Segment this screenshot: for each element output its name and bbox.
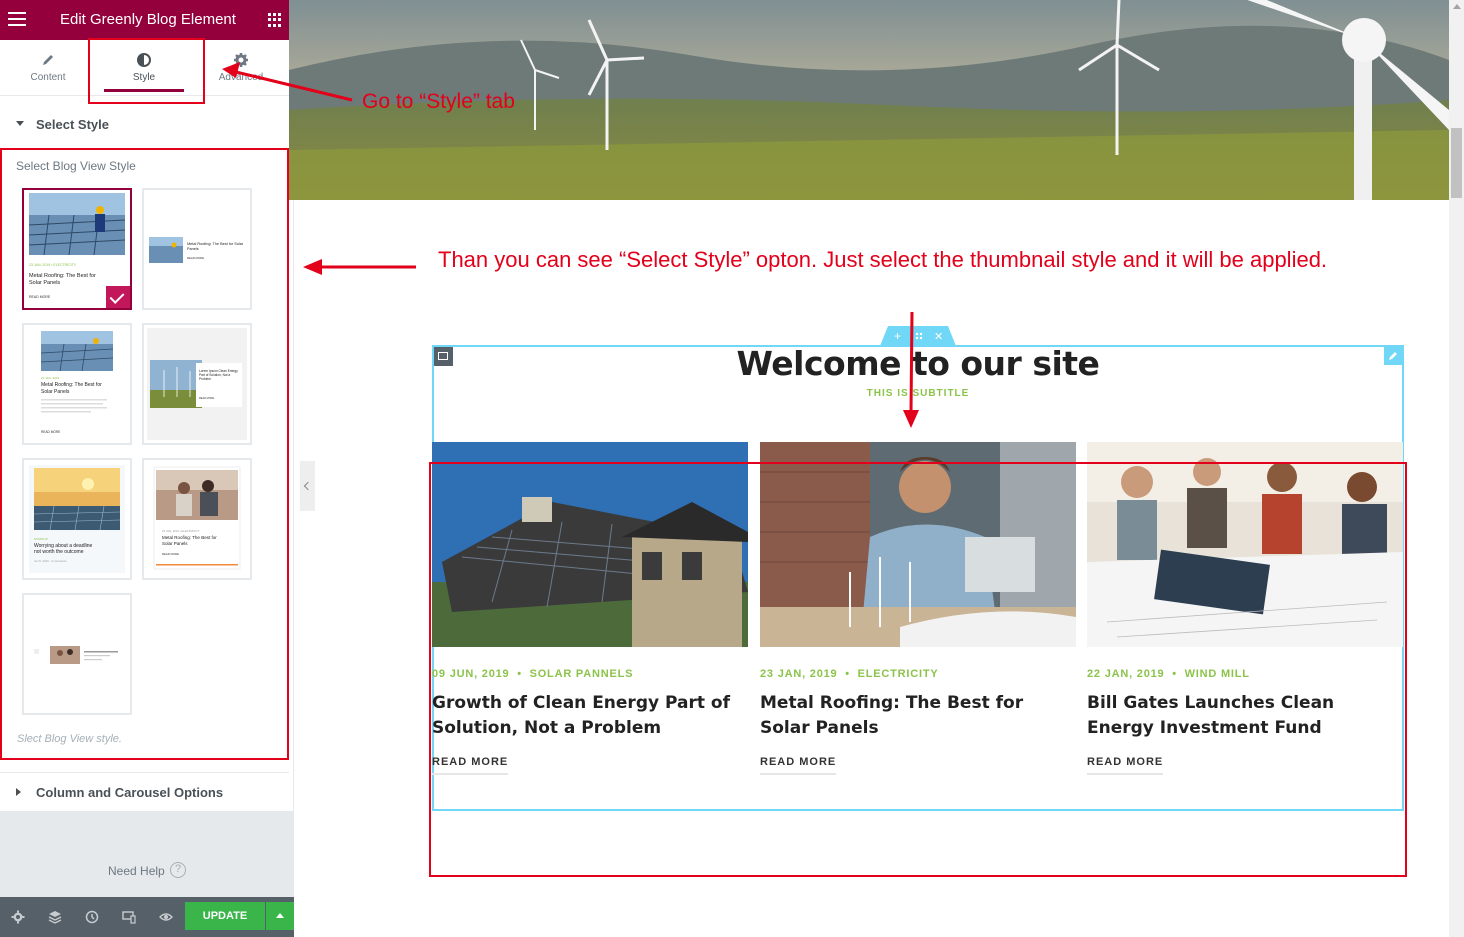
svg-text:READ MORE: READ MORE xyxy=(199,397,214,400)
svg-text:Problem: Problem xyxy=(199,377,211,381)
caret-right-icon xyxy=(16,788,21,796)
selected-check-icon xyxy=(106,286,130,308)
select-style-section-label: Select Style xyxy=(36,117,109,132)
select-style-section-toggle[interactable]: Select Style xyxy=(0,108,289,142)
update-button[interactable]: UPDATE xyxy=(185,902,265,930)
svg-text:Solar Panels: Solar Panels xyxy=(162,541,188,546)
svg-text:Panels: Panels xyxy=(187,247,199,251)
tab-content-label: Content xyxy=(30,72,66,83)
svg-text:Metal Roofing: The Best for So: Metal Roofing: The Best for Solar xyxy=(187,242,244,246)
section-subtitle: THIS IS SUBTITLE xyxy=(866,388,970,399)
widgets-grid-icon[interactable] xyxy=(268,13,282,27)
svg-text:23 JAN, 2019 • ELECTRICITY: 23 JAN, 2019 • ELECTRICITY xyxy=(29,263,77,267)
responsive-icon[interactable] xyxy=(122,910,136,924)
preview-eye-icon[interactable] xyxy=(159,910,173,924)
section-handle[interactable]: + ✕ xyxy=(880,326,956,346)
style-option-2[interactable]: Metal Roofing: The Best for Solar Panels… xyxy=(142,188,252,310)
style-option-3[interactable]: 23 JAN, 2019 Metal Roofing: The Best for… xyxy=(22,323,132,445)
annotation-preview-highlight xyxy=(429,462,1407,877)
editor-panel: Edit Greenly Blog Element Content Style … xyxy=(0,0,294,937)
tab-advanced[interactable]: Advanced xyxy=(193,40,289,96)
page-scrollbar[interactable] xyxy=(1449,0,1464,937)
style-option-4-preview: Lorem Ipsum Clean Energy Part of Solutio… xyxy=(147,328,247,440)
style-option-5[interactable]: STARTUP Worrying about a deadline not wo… xyxy=(22,458,132,580)
svg-text:READ MORE: READ MORE xyxy=(29,295,51,299)
style-option-2-preview: Metal Roofing: The Best for Solar Panels… xyxy=(149,237,244,263)
scrollbar-thumb[interactable] xyxy=(1451,128,1462,198)
annotation-style-tab-note: Go to “Style” tab xyxy=(362,90,515,113)
svg-text:Solar Panels: Solar Panels xyxy=(29,280,60,286)
svg-text:STARTUP: STARTUP xyxy=(34,537,48,541)
delete-section-icon: ✕ xyxy=(934,331,943,343)
update-options-caret-icon[interactable] xyxy=(266,902,294,930)
svg-text:Jun 5, 2019 · 0 comments: Jun 5, 2019 · 0 comments xyxy=(34,559,67,563)
svg-text:23 JAN, 2019 • ELECTRICITY: 23 JAN, 2019 • ELECTRICITY xyxy=(162,529,200,533)
svg-text:READ MORE: READ MORE xyxy=(162,552,179,556)
panel-header: Edit Greenly Blog Element xyxy=(0,0,289,40)
annotation-style-tab-highlight xyxy=(88,38,205,104)
need-help-area: Need Help ? xyxy=(0,811,294,897)
style-control-heading: Select Blog View Style xyxy=(16,159,136,173)
editor-window: Edit Greenly Blog Element Content Style … xyxy=(0,0,1464,937)
svg-text:not worth the outcome: not worth the outcome xyxy=(34,549,84,555)
gear-icon xyxy=(234,53,248,67)
panel-collapse-handle[interactable] xyxy=(300,461,315,511)
style-option-7[interactable] xyxy=(22,593,132,715)
svg-text:Metal Roofing: The Best for: Metal Roofing: The Best for xyxy=(41,382,102,388)
style-option-4[interactable]: Lorem Ipsum Clean Energy Part of Solutio… xyxy=(142,323,252,445)
annotation-select-style-note: Than you can see “Select Style” opton. J… xyxy=(438,247,1328,272)
style-option-1[interactable]: 23 JAN, 2019 • ELECTRICITY Metal Roofing… xyxy=(22,188,132,310)
add-section-icon: + xyxy=(894,329,901,343)
tab-advanced-label: Advanced xyxy=(218,72,264,83)
tab-content[interactable]: Content xyxy=(0,40,96,96)
pencil-icon xyxy=(43,55,53,65)
style-option-7-preview xyxy=(34,646,118,664)
thumb-1-title-line-1: Metal Roofing: The Best for xyxy=(29,273,96,279)
settings-icon[interactable] xyxy=(11,910,25,924)
caret-down-icon xyxy=(16,121,24,126)
style-control-description: Slect Blog View style. xyxy=(17,733,122,745)
svg-text:Solar Panels: Solar Panels xyxy=(41,389,70,395)
help-question-icon[interactable]: ? xyxy=(170,862,186,878)
style-option-3-preview: 23 JAN, 2019 Metal Roofing: The Best for… xyxy=(40,331,114,434)
section-title: Welcome to our site xyxy=(736,344,1100,383)
blog-style-control: Select Blog View Style 23 JAN, 2019 • EL… xyxy=(0,148,289,760)
scroll-up-arrow-icon[interactable] xyxy=(1453,4,1461,9)
style-option-5-preview: STARTUP Worrying about a deadline not wo… xyxy=(29,465,125,573)
style-option-6-preview: 23 JAN, 2019 • ELECTRICITY Metal Roofing… xyxy=(153,466,241,570)
svg-text:READ MORE: READ MORE xyxy=(187,256,204,260)
hamburger-menu-icon[interactable] xyxy=(8,12,26,26)
panel-footer: UPDATE xyxy=(0,897,294,937)
svg-text:READ MORE: READ MORE xyxy=(41,430,60,434)
column-carousel-section-label: Column and Carousel Options xyxy=(36,785,224,800)
column-carousel-section-toggle[interactable]: Column and Carousel Options xyxy=(0,772,289,810)
need-help-link[interactable]: Need Help xyxy=(108,864,165,878)
panel-title: Edit Greenly Blog Element xyxy=(60,11,236,28)
layers-icon[interactable] xyxy=(48,910,62,924)
svg-text:23 JAN, 2019: 23 JAN, 2019 xyxy=(41,376,60,380)
style-option-6[interactable]: 23 JAN, 2019 • ELECTRICITY Metal Roofing… xyxy=(142,458,252,580)
svg-text:Metal Roofing: The Best for: Metal Roofing: The Best for xyxy=(162,535,217,540)
history-icon[interactable] xyxy=(85,910,99,924)
